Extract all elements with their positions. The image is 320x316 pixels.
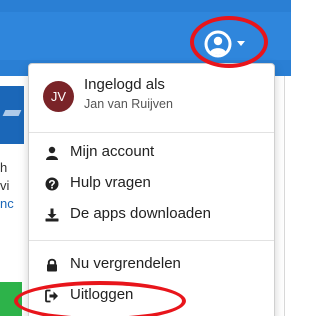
menu-item-label: De apps downloaden [70,205,211,222]
menu-divider [29,240,274,241]
lock-icon [47,258,57,272]
menu-divider [29,132,274,133]
avatar: JV [43,81,74,112]
question-circle-icon [45,177,59,191]
user-circle-icon [204,30,232,58]
menu-item-help[interactable]: Hulp vragen [29,169,274,199]
background-green-button [0,282,22,316]
logged-in-label: Ingelogd als [84,76,165,93]
user-info-header: JV Ingelogd als Jan van Ruijven [29,64,274,128]
screen: h vi nc JV Ingelogd als Jan van Ruijven … [0,0,291,316]
menu-item-logout[interactable]: Uitloggen [29,281,274,311]
download-icon [45,208,59,222]
background-logo-fragment [2,110,22,116]
menu-item-label: Nu vergrendelen [70,255,181,272]
user-menu-toggle[interactable] [196,26,262,62]
menu-item-download-apps[interactable]: De apps downloaden [29,200,274,230]
user-dropdown-menu: JV Ingelogd als Jan van Ruijven Mijn acc… [28,63,275,316]
user-icon [46,146,58,160]
user-name: Jan van Ruijven [84,97,173,111]
menu-item-my-account[interactable]: Mijn account [29,138,274,168]
background-divider [284,76,285,316]
menu-item-lock-now[interactable]: Nu vergrendelen [29,250,274,280]
background-text-line: h [0,160,8,175]
background-text-line: vi [0,178,10,193]
menu-item-label: Mijn account [70,143,155,160]
menu-item-label: Uitloggen [70,286,134,303]
menu-item-label: Hulp vragen [70,174,151,191]
background-link-text: nc [0,196,14,211]
caret-down-icon [237,41,245,46]
sign-out-icon [45,289,58,303]
